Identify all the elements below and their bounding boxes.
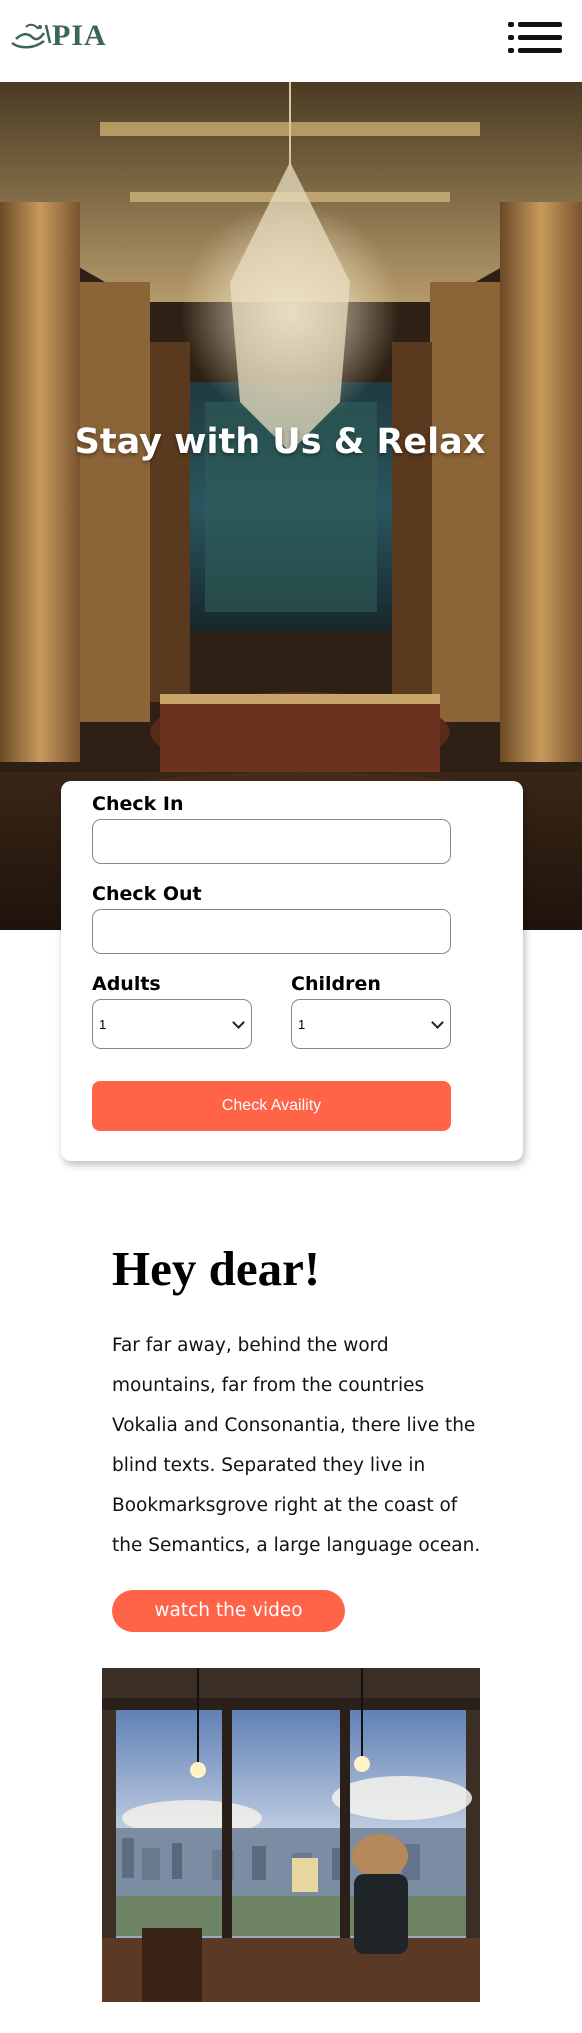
check-out-input[interactable] [92,909,451,954]
logo-text: PIA [52,19,107,52]
logo-mark-icon [11,23,52,49]
hamburger-menu-button[interactable] [508,18,562,58]
booking-form: Check In Check Out Adults 1 Children 1 C… [61,781,523,1161]
intro-paragraph: Far far away, behind the word mountains,… [112,1335,481,1556]
children-select[interactable]: 1 [291,999,451,1049]
menu-dot-icon [508,22,514,27]
hero-title: Stay with Us & Relax [74,422,486,462]
menu-dot-icon [508,35,514,40]
site-header: PIA [0,0,565,82]
chevron-down-icon [232,1016,245,1029]
menu-dot-icon [508,48,514,53]
check-availability-button[interactable]: Check Availity [92,1081,451,1131]
children-label: Children [291,973,381,995]
children-select-value: 1 [298,1016,306,1032]
adults-select-value: 1 [99,1016,107,1032]
menu-bar-icon [518,48,562,53]
adults-select[interactable]: 1 [92,999,252,1049]
check-in-label: Check In [92,793,184,815]
check-in-input[interactable] [92,819,451,864]
adults-label: Adults [92,973,161,995]
watch-video-button[interactable]: watch the video [112,1590,345,1632]
intro-heading: Hey dear! [112,1241,321,1296]
chevron-down-icon [431,1016,444,1029]
menu-bar-icon [518,35,562,40]
check-out-label: Check Out [92,883,202,905]
city-view-image [102,1668,480,2002]
menu-bar-icon [518,22,562,27]
city-view-photo [102,1668,480,2002]
logo[interactable]: PIA [10,18,107,54]
